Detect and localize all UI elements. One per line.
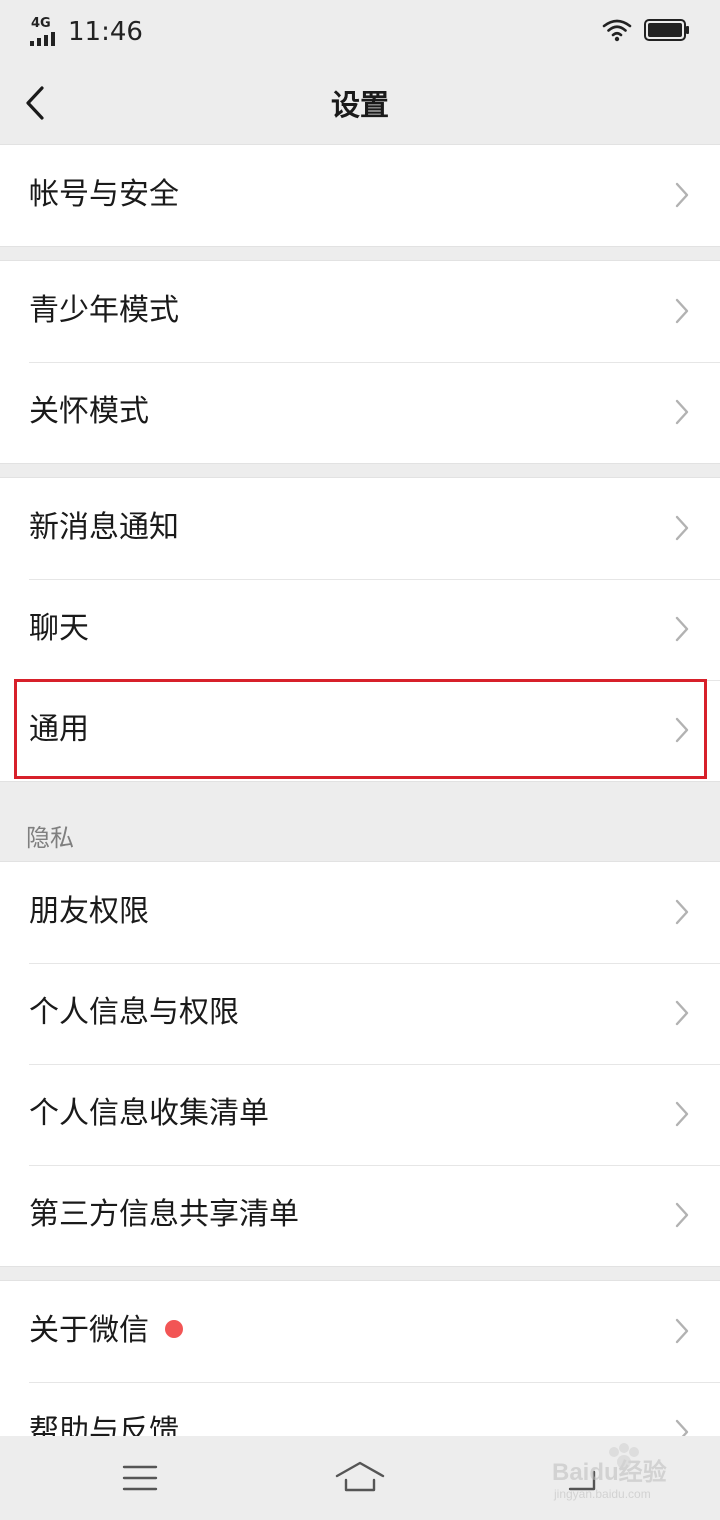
- battery-icon: [644, 19, 689, 41]
- chevron-right-icon: [675, 899, 689, 925]
- nav-bar: 设置: [0, 62, 720, 144]
- watermark-text: Baidu经验: [552, 1458, 667, 1486]
- chevron-right-icon: [675, 298, 689, 324]
- settings-item-teen-mode[interactable]: 青少年模式: [0, 261, 720, 362]
- status-right: [602, 18, 690, 42]
- chevron-right-icon: [675, 182, 689, 208]
- settings-group-privacy: 朋友权限 个人信息与权限 个人信息收集清单 第三方信息共享清单: [0, 861, 720, 1267]
- chevron-right-icon: [675, 515, 689, 541]
- settings-item-label: 青少年模式: [29, 293, 179, 328]
- network-label: 4G: [31, 16, 51, 31]
- settings-group-general: 新消息通知 聊天 通用: [0, 477, 720, 782]
- settings-item-label: 帐号与安全: [29, 177, 179, 212]
- watermark-url: jingyan.baidu.com: [553, 1487, 651, 1501]
- page-title: 设置: [330, 88, 389, 122]
- settings-item-label: 新消息通知: [29, 510, 179, 545]
- settings-item-label: 个人信息与权限: [29, 995, 239, 1030]
- red-dot-badge: [165, 1319, 183, 1338]
- settings-item-label: 聊天: [29, 611, 89, 646]
- settings-item-chat[interactable]: 聊天: [0, 579, 720, 680]
- wifi-icon: [602, 19, 632, 42]
- settings-item-personal-info-permissions[interactable]: 个人信息与权限: [0, 963, 720, 1064]
- settings-group-account: 帐号与安全: [0, 144, 720, 247]
- settings-item-personal-info-collection[interactable]: 个人信息收集清单: [0, 1064, 720, 1165]
- menu-icon[interactable]: [122, 1464, 158, 1492]
- settings-item-third-party-sharing[interactable]: 第三方信息共享清单: [0, 1165, 720, 1266]
- chevron-right-icon: [675, 1202, 689, 1228]
- chevron-right-icon: [675, 399, 689, 425]
- status-time: 11:46: [68, 17, 143, 47]
- settings-item-label: 第三方信息共享清单: [29, 1197, 299, 1232]
- signal-icon: 4G: [30, 16, 62, 46]
- settings-item-care-mode[interactable]: 关怀模式: [0, 362, 720, 463]
- settings-item-about-wechat[interactable]: 关于微信: [0, 1281, 720, 1382]
- settings-group-modes: 青少年模式 关怀模式: [0, 260, 720, 464]
- section-header-privacy: 隐私: [26, 824, 74, 852]
- settings-item-account-security[interactable]: 帐号与安全: [0, 145, 720, 246]
- settings-item-label: 关怀模式: [29, 394, 149, 429]
- chevron-right-icon: [675, 616, 689, 642]
- settings-item-label: 关于微信: [29, 1313, 183, 1349]
- settings-item-notifications[interactable]: 新消息通知: [0, 478, 720, 579]
- settings-item-general[interactable]: 通用: [0, 680, 720, 781]
- chevron-right-icon: [675, 1000, 689, 1026]
- status-left: 4G 11:46: [30, 16, 143, 46]
- chevron-right-icon: [675, 1101, 689, 1127]
- chevron-right-icon: [675, 717, 689, 743]
- settings-item-friend-permissions[interactable]: 朋友权限: [0, 862, 720, 963]
- home-icon[interactable]: [334, 1460, 386, 1494]
- settings-item-label: 通用: [29, 712, 89, 747]
- chevron-right-icon: [675, 1318, 689, 1344]
- settings-item-label: 朋友权限: [29, 894, 149, 929]
- status-bar: 4G 11:46: [0, 0, 720, 62]
- settings-item-label-text: 关于微信: [29, 1313, 149, 1348]
- baidu-jingyan-watermark: Baidu经验 jingyan.baidu.com: [552, 1443, 667, 1501]
- settings-item-label: 个人信息收集清单: [29, 1096, 269, 1131]
